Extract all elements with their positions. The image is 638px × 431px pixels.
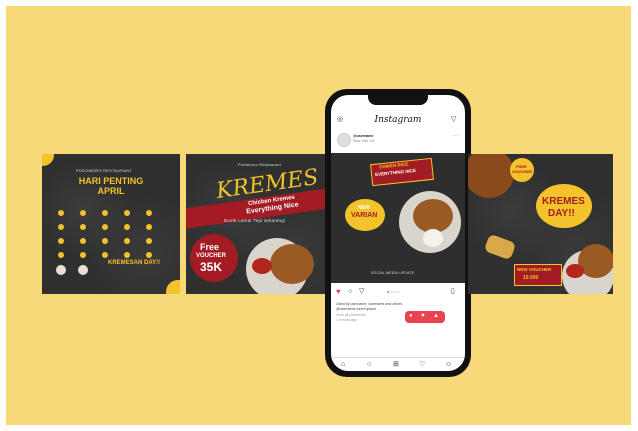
post-time: 1 minute ago — [336, 318, 357, 322]
like-heart-icon[interactable]: ♥ — [336, 288, 341, 296]
post-card-calendar: PODOMORO RESTAURANT HARI PENTING APRIL K… — [42, 154, 180, 294]
yellow-corner-blob-bottom — [166, 280, 180, 294]
calendar-dot — [124, 224, 130, 230]
caption-text: @username lorem ipsum — [336, 307, 377, 311]
profile-icon[interactable]: ☺ — [445, 361, 452, 368]
calendar-dot — [102, 252, 108, 258]
calendar-dot — [80, 224, 86, 230]
post-card-kremes: Podomoro Restaurant KREMES Chicken Kreme… — [186, 154, 331, 294]
post-image[interactable]: CHIKEN RICE EVERYTHING NICE NEW VARIAN S… — [331, 153, 465, 283]
calendar-dot — [80, 252, 86, 258]
background-canvas: PODOMORO RESTAURANT HARI PENTING APRIL K… — [6, 6, 631, 425]
card2-header: Podomoro Restaurant — [238, 162, 281, 167]
post-rice-image — [423, 229, 443, 247]
calendar-dot — [146, 210, 152, 216]
calendar-dot — [58, 224, 64, 230]
event-label: KREMESAN DAY!! — [108, 260, 161, 266]
calendar-dot — [146, 224, 152, 230]
card4-sambal-image — [566, 264, 584, 278]
post-chicken-image — [413, 199, 453, 233]
calendar-title-line1: HARI PENTING — [78, 176, 144, 186]
instagram-header: ◎ Instagram ▽ — [331, 113, 465, 129]
card4-headline-line1: KREMES — [542, 196, 585, 207]
comment-icon[interactable]: ○ — [348, 288, 352, 295]
calendar-dot — [58, 210, 64, 216]
profile-avatar[interactable] — [337, 133, 351, 147]
carousel-dots: ● ○ ○ ○ — [387, 289, 400, 294]
add-post-icon[interactable]: ⊞ — [393, 361, 399, 368]
calendar-dot — [80, 210, 86, 216]
calendar-dot — [58, 252, 64, 258]
follower-icon: ● — [409, 313, 413, 319]
restaurant-label: PODOMORO RESTAURANT — [76, 168, 132, 173]
badge-line1: NEW — [358, 205, 370, 211]
calendar-dot — [58, 238, 64, 244]
phone-mockup: ◎ Instagram ▽ @username New York, NY ⋯ C… — [325, 89, 471, 377]
food-basket-image — [468, 154, 514, 198]
calendar-dot — [124, 252, 130, 258]
voucher-line2: VOUCHER — [196, 253, 227, 259]
calendar-title-line2: APRIL — [97, 186, 125, 196]
phone-screen: ◎ Instagram ▽ @username New York, NY ⋯ C… — [331, 95, 465, 371]
calendar-dot — [124, 210, 130, 216]
voucher-line1: Free — [200, 242, 220, 252]
bottom-nav: ⌂ ○ ⊞ ♡ ☺ — [331, 357, 465, 371]
profile-username[interactable]: @username — [353, 134, 373, 138]
view-comments-link[interactable]: View all comments — [336, 313, 366, 317]
voucher-amount: 35K — [200, 260, 223, 274]
send-icon[interactable]: ▽ — [451, 116, 456, 123]
card4-tag-amount: 10.000 — [523, 275, 539, 281]
card2-subline: Booth Lamar Tepi sekarang! — [224, 218, 286, 223]
calendar-grid — [56, 210, 166, 280]
calendar-dot — [102, 224, 108, 230]
voucher-tag-line2: VOUCHER — [512, 169, 533, 174]
decorative-brush-stroke — [483, 233, 517, 261]
calendar-dot — [146, 252, 152, 258]
chicken-image — [270, 244, 314, 284]
calendar-dot — [102, 210, 108, 216]
post-actions: ♥ ○ ▽ ● ○ ○ ○ ▯ — [331, 287, 465, 299]
food-icon — [56, 265, 66, 275]
home-icon[interactable]: ⌂ — [341, 361, 345, 368]
food-icon — [78, 265, 88, 275]
search-icon[interactable]: ○ — [367, 361, 371, 368]
caption-likes: Liked by username, username and others — [336, 302, 403, 306]
yellow-corner-blob — [42, 154, 54, 166]
phone-notch — [368, 95, 428, 105]
badge-line2: VARIAN — [351, 212, 378, 219]
activity-heart-icon[interactable]: ♡ — [419, 361, 425, 368]
instagram-logo: Instagram — [374, 115, 422, 125]
user-notification-icon: ▲ — [433, 313, 439, 319]
calendar-dot — [80, 238, 86, 244]
calendar-dot — [146, 238, 152, 244]
post-footer-text: SOCIAL MEDIA UPDATE — [371, 271, 415, 275]
more-options-icon[interactable]: ⋯ — [453, 134, 458, 139]
card4-tag-text: NEW VOUCHER — [517, 267, 552, 272]
sambal-image — [252, 258, 272, 274]
calendar-dot — [102, 238, 108, 244]
share-icon[interactable]: ▽ — [359, 288, 364, 295]
profile-location: New York, NY — [353, 139, 376, 143]
card4-headline-line2: DAY!! — [548, 208, 575, 219]
heart-notification-icon: ♥ — [421, 313, 425, 319]
bookmark-icon[interactable]: ▯ — [451, 288, 455, 295]
calendar-dot — [124, 238, 130, 244]
notification-bubble: ● ♥ ▲ — [405, 311, 445, 323]
post-card-kremes-day: FREE VOUCHER KREMES DAY!! NEW VOUCHER 10… — [468, 154, 613, 294]
